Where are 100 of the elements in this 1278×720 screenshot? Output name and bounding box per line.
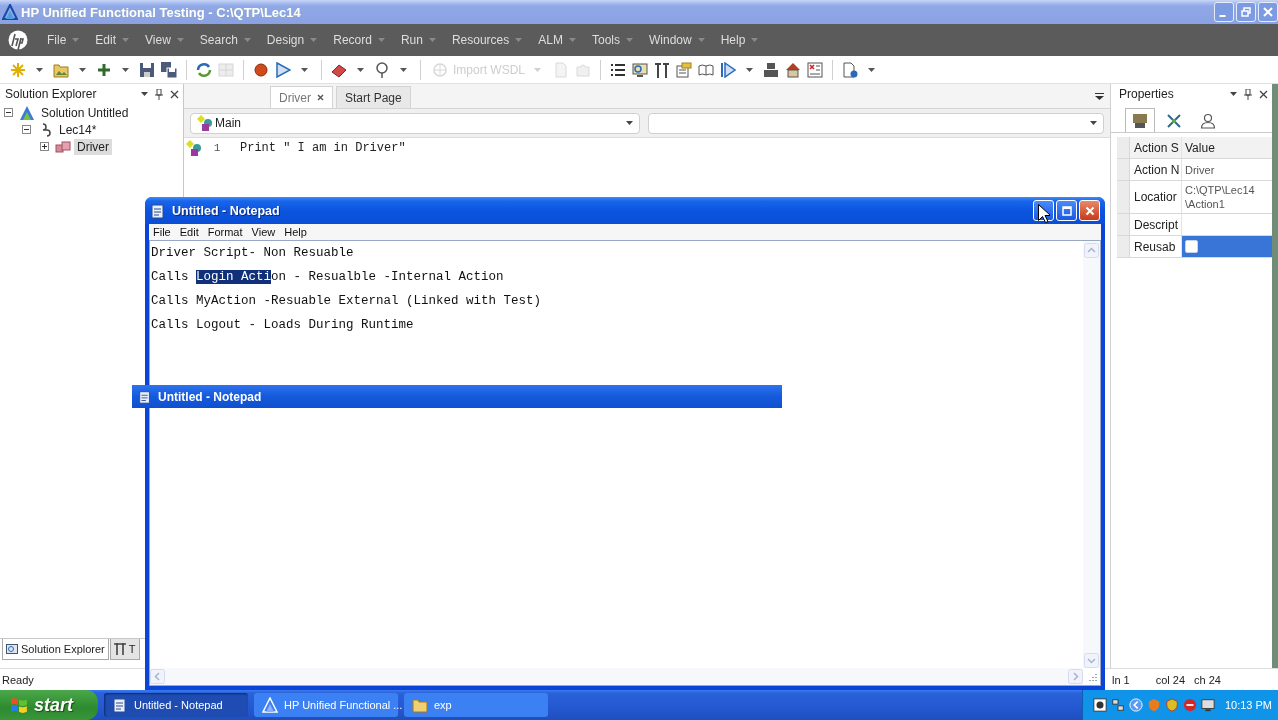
menu-item[interactable]: Window (642, 28, 712, 52)
collapse-icon[interactable] (4, 108, 13, 117)
panel-tab[interactable]: T (109, 639, 140, 660)
caret-icon[interactable] (746, 67, 753, 72)
menu-item[interactable]: Search (192, 28, 258, 52)
maximize-icon (1061, 205, 1072, 216)
menu-item[interactable]: Edit (175, 226, 204, 238)
shield-icon[interactable] (1164, 698, 1179, 712)
column-header: Action S (1130, 137, 1182, 158)
caret-icon[interactable] (357, 67, 364, 72)
dropdown-icon[interactable] (1095, 93, 1104, 100)
tools-icon (113, 643, 126, 655)
caret-icon (428, 38, 436, 42)
property-name: Descript (1130, 214, 1182, 235)
menu-item[interactable]: View (138, 28, 191, 52)
record-icon[interactable] (253, 61, 269, 78)
close-icon[interactable] (317, 94, 324, 101)
blocks-icon (55, 138, 71, 155)
property-value: C:\QTP\Lec14 \Action1 (1184, 183, 1256, 212)
panel-title: Solution Explorer (5, 87, 97, 101)
chevron-icon[interactable] (1128, 698, 1143, 712)
start-button[interactable]: start (0, 690, 98, 720)
status-column: col 24 (1155, 673, 1186, 686)
book-icon[interactable] (698, 61, 714, 78)
window-title: Untitled - Notepad (172, 203, 280, 218)
pin-icon[interactable] (374, 61, 390, 78)
taskbar-button[interactable]: Untitled - Notepad (104, 693, 248, 717)
menu-item[interactable]: Design (259, 28, 325, 52)
taskbar-button[interactable]: exp (404, 693, 548, 717)
plus-icon[interactable] (96, 61, 112, 78)
checklist-icon[interactable] (807, 61, 823, 78)
list-icon[interactable] (610, 61, 626, 78)
editor-tab[interactable]: Start Page (336, 86, 411, 108)
maximize-button[interactable] (1056, 200, 1077, 221)
collapse-icon[interactable] (22, 125, 31, 134)
caret-icon[interactable] (36, 67, 43, 72)
text-line: Driver Script- Non Resuable (151, 245, 354, 262)
line-number: 1 (212, 142, 222, 154)
help-icon[interactable] (1092, 698, 1107, 712)
tree-item[interactable]: Driver (74, 138, 112, 155)
tree-item[interactable]: Solution Untitled (38, 104, 132, 121)
text-line: Calls MyAction -Resuable External (Linked with Test) (151, 293, 542, 310)
pin-icon[interactable] (1244, 88, 1252, 100)
menu-item[interactable]: File (149, 226, 176, 238)
screen-icon[interactable] (632, 61, 648, 78)
status-line: ln 1 (1111, 673, 1130, 686)
stack-icon[interactable] (763, 61, 779, 78)
caret-icon (122, 38, 130, 42)
expand-icon[interactable] (40, 142, 49, 151)
tree-item[interactable]: Lec14* (56, 121, 100, 138)
menu-item[interactable]: Resources (444, 28, 530, 52)
caret-icon[interactable] (122, 67, 129, 72)
refresh-icon[interactable] (196, 61, 212, 78)
network-icon[interactable] (1110, 698, 1125, 712)
editor-tab[interactable]: Driver (270, 86, 333, 108)
close-icon[interactable] (170, 89, 179, 99)
menu-item[interactable]: Help (280, 226, 312, 238)
triangle-icon (19, 104, 35, 121)
document-badge-icon[interactable] (842, 61, 858, 78)
action-dropdown[interactable]: Main (190, 112, 640, 134)
caret-icon[interactable] (301, 67, 308, 72)
no-entry-icon[interactable] (1182, 698, 1197, 712)
close-icon[interactable] (1259, 89, 1268, 99)
pin-icon[interactable] (155, 88, 163, 100)
menu-item[interactable]: Record (326, 28, 392, 52)
caret-icon[interactable] (400, 67, 407, 72)
resize-grip-icon[interactable] (1086, 671, 1098, 683)
menu-item[interactable]: Help (713, 28, 766, 52)
notepad-icon (150, 202, 166, 219)
save-icon[interactable] (139, 61, 155, 78)
caret-icon[interactable] (79, 67, 86, 72)
document-icon[interactable] (676, 61, 692, 78)
restore-button[interactable] (1236, 2, 1256, 22)
house-icon[interactable] (785, 61, 801, 78)
caret-icon (176, 38, 184, 42)
menu-item[interactable]: Edit (88, 28, 137, 52)
menu-item[interactable]: Format (203, 226, 248, 238)
menu-item[interactable]: View (247, 226, 281, 238)
caret-icon[interactable] (1230, 92, 1237, 96)
property-name: Locatior (1130, 181, 1182, 213)
checkbox[interactable] (1185, 240, 1198, 253)
step-icon[interactable] (720, 61, 736, 78)
panel-tab[interactable] (1125, 108, 1155, 132)
monitor-icon[interactable] (1200, 698, 1215, 712)
caret-icon[interactable] (141, 92, 148, 96)
menu-item[interactable]: File (40, 28, 87, 52)
action-icon (197, 115, 213, 131)
menu-item[interactable]: ALM (531, 28, 583, 52)
menu-item[interactable]: Run (393, 28, 443, 52)
caret-icon[interactable] (868, 67, 875, 72)
tools-icon[interactable] (654, 61, 670, 78)
caret-icon (243, 38, 251, 42)
folder-icon[interactable] (53, 61, 69, 78)
panel-title: Properties (1119, 87, 1174, 101)
menu-item[interactable]: Tools (584, 28, 640, 52)
save-all-icon[interactable] (161, 61, 177, 78)
play-icon[interactable] (275, 61, 291, 78)
panel-tab[interactable]: Solution Explorer (2, 639, 109, 660)
close-button[interactable] (1258, 2, 1278, 22)
caret-icon (626, 121, 633, 125)
